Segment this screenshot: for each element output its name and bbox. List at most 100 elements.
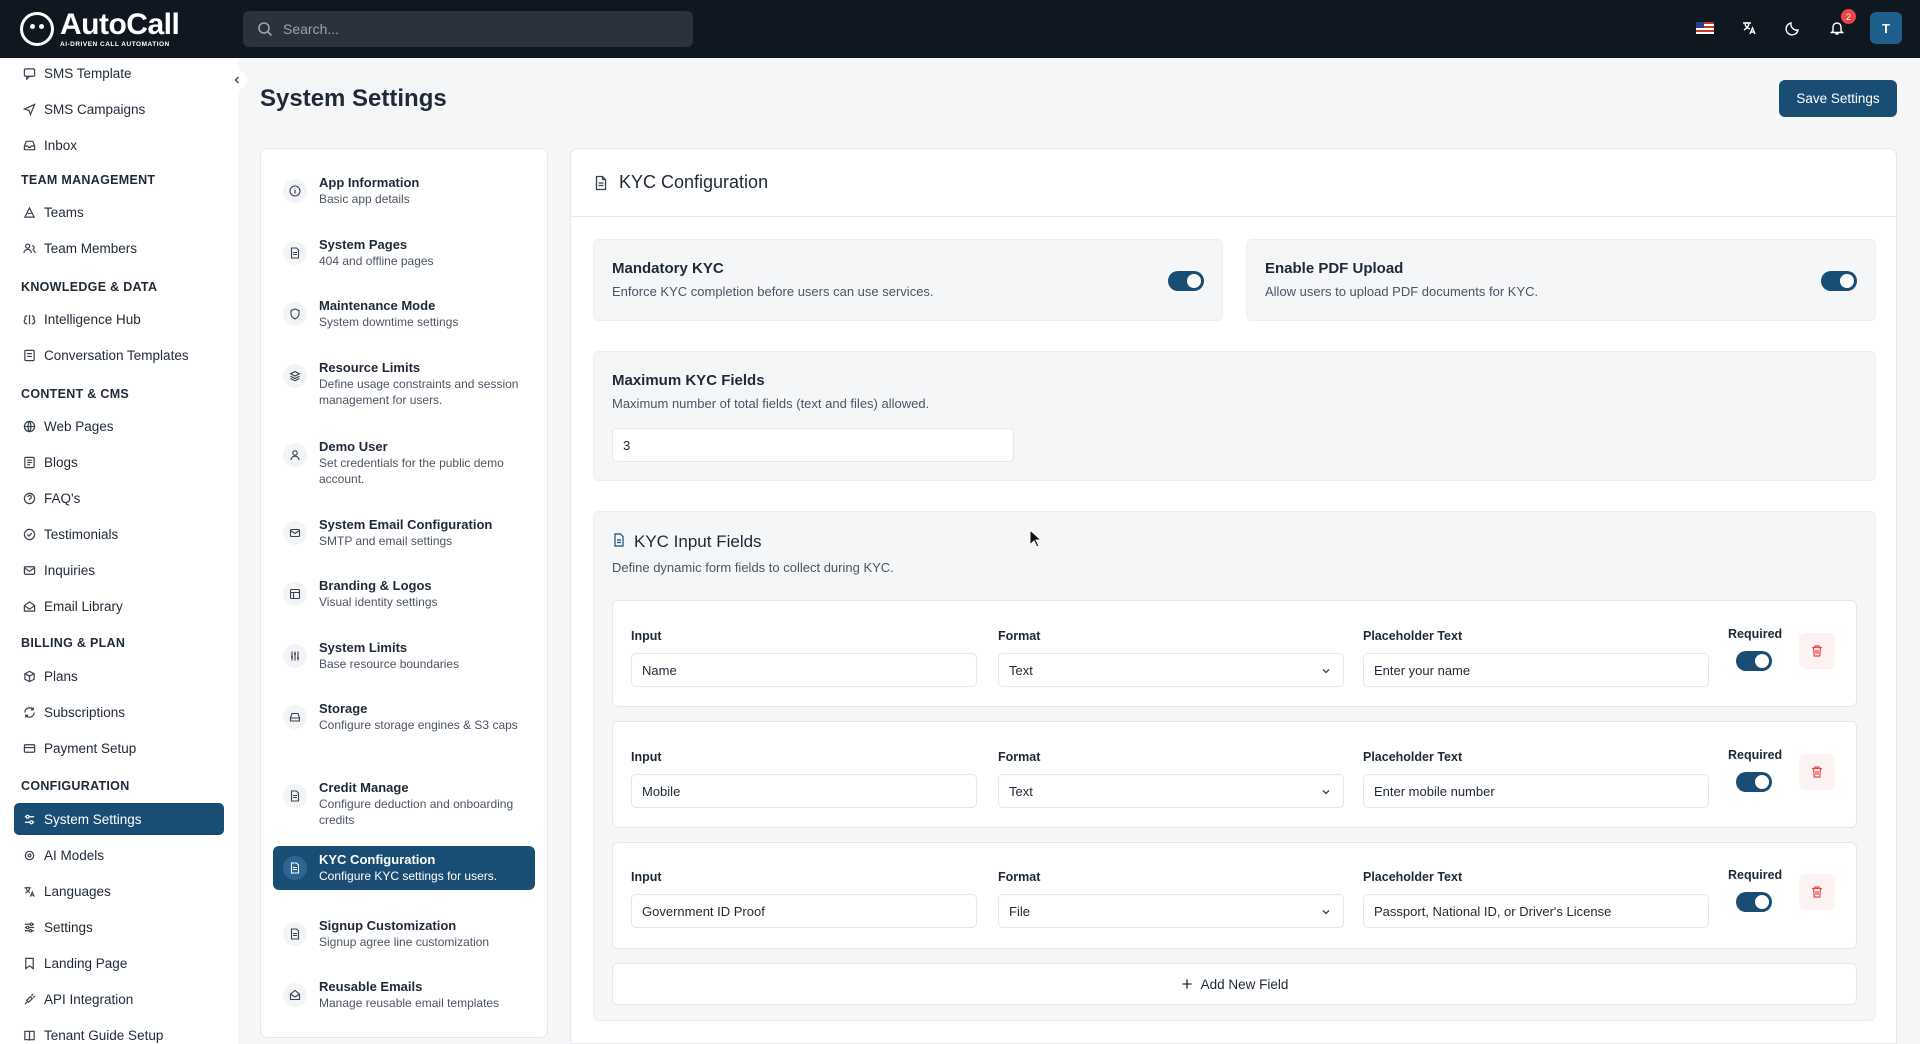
sidebar-item-label: Landing Page bbox=[44, 955, 128, 971]
input-name-field[interactable]: Mobile bbox=[631, 774, 977, 808]
placeholder-text-field[interactable]: Enter mobile number bbox=[1363, 774, 1709, 808]
logo[interactable]: AutoCall AI-DRIVEN CALL AUTOMATION bbox=[20, 8, 180, 50]
settings-menu-item-system-email-configuration[interactable]: System Email Configuration SMTP and email… bbox=[273, 511, 535, 555]
menu-item-subtitle: Configure deduction and onboarding credi… bbox=[319, 797, 514, 827]
sidebar-section-billing-plan: BILLING & PLAN bbox=[21, 636, 126, 650]
required-toggle[interactable] bbox=[1736, 651, 1772, 671]
sidebar-item-tenant-guide-setup[interactable]: Tenant Guide Setup bbox=[14, 1020, 224, 1044]
sidebar-item-payment-setup[interactable]: Payment Setup bbox=[14, 733, 224, 763]
settings-menu-item-system-pages[interactable]: System Pages 404 and offline pages bbox=[273, 231, 535, 275]
mail-icon bbox=[22, 563, 36, 577]
info-icon bbox=[283, 179, 307, 203]
sidebar-item-email-library[interactable]: Email Library bbox=[14, 591, 224, 621]
enable-pdf-upload-toggle[interactable] bbox=[1821, 271, 1857, 291]
logo-subtitle: AI-DRIVEN CALL AUTOMATION bbox=[60, 40, 170, 48]
settings-menu-item-resource-limits[interactable]: Resource Limits Define usage constraints … bbox=[273, 354, 535, 414]
sidebar-item-label: SMS Campaigns bbox=[44, 101, 146, 117]
format-select[interactable]: Text bbox=[998, 774, 1344, 808]
input-name-field[interactable]: Government ID Proof bbox=[631, 894, 977, 928]
menu-item-title: Credit Manage bbox=[319, 780, 409, 795]
sidebar-item-subscriptions[interactable]: Subscriptions bbox=[14, 697, 224, 727]
search-bar[interactable] bbox=[243, 11, 693, 47]
sidebar-item-plans[interactable]: Plans bbox=[14, 661, 224, 691]
mail-open-icon bbox=[283, 983, 307, 1007]
placeholder-text-field[interactable]: Passport, National ID, or Driver's Licen… bbox=[1363, 894, 1709, 928]
sidebar-item-inbox[interactable]: Inbox bbox=[14, 130, 224, 160]
sidebar-item-sms-campaigns[interactable]: SMS Campaigns bbox=[14, 94, 224, 124]
menu-item-title: Storage bbox=[319, 701, 368, 716]
mandatory-kyc-description: Enforce KYC completion before users can … bbox=[612, 284, 934, 299]
add-new-field-button[interactable]: Add New Field bbox=[612, 963, 1857, 1005]
sidebar-item-settings[interactable]: Settings bbox=[14, 912, 224, 942]
credit-card-icon bbox=[22, 741, 36, 755]
translate-icon[interactable] bbox=[1738, 17, 1760, 39]
delete-field-button[interactable] bbox=[1799, 874, 1835, 910]
sidebar-item-api-integration[interactable]: API Integration bbox=[14, 984, 224, 1014]
format-select[interactable]: File bbox=[998, 894, 1344, 928]
language-flag-icon[interactable] bbox=[1694, 17, 1716, 39]
hard-drive-icon bbox=[283, 705, 307, 729]
sidebar-section-content-cms: CONTENT & CMS bbox=[21, 387, 130, 401]
sidebar-item-team-members[interactable]: Team Members bbox=[14, 233, 224, 263]
sidebar-item-web-pages[interactable]: Web Pages bbox=[14, 411, 224, 441]
sidebar-item-label: SMS Template bbox=[44, 65, 132, 81]
menu-item-subtitle: Define usage constraints and session man… bbox=[319, 377, 519, 407]
settings-menu-item-credit-manage[interactable]: Credit Manage Configure deduction and onb… bbox=[273, 774, 535, 834]
dark-mode-icon[interactable] bbox=[1782, 17, 1804, 39]
settings-menu-item-system-limits[interactable]: System Limits Base resource boundaries bbox=[273, 634, 535, 678]
sliders-vertical-icon bbox=[283, 644, 307, 668]
delete-field-button[interactable] bbox=[1799, 754, 1835, 790]
required-toggle[interactable] bbox=[1736, 892, 1772, 912]
placeholder-text-field[interactable]: Enter your name bbox=[1363, 653, 1709, 687]
settings-menu-item-demo-user[interactable]: Demo User Set credentials for the public … bbox=[273, 433, 535, 493]
collapse-sidebar-button[interactable] bbox=[227, 70, 247, 90]
sidebar-item-label: Settings bbox=[44, 919, 93, 935]
placeholder-label: Placeholder Text bbox=[1363, 629, 1463, 643]
menu-item-subtitle: Basic app details bbox=[319, 192, 410, 206]
user-icon bbox=[283, 443, 307, 467]
sidebar-item-conversation-templates[interactable]: Conversation Templates bbox=[14, 340, 224, 370]
sidebar-item-ai-models[interactable]: AI Models bbox=[14, 840, 224, 870]
sidebar-item-blogs[interactable]: Blogs bbox=[14, 447, 224, 477]
settings-menu-item-maintenance-mode[interactable]: Maintenance Mode System downtime settings bbox=[273, 292, 535, 336]
search-icon bbox=[258, 22, 273, 37]
top-bar: AutoCall AI-DRIVEN CALL AUTOMATION 2 T bbox=[0, 0, 1920, 58]
max-kyc-fields-input[interactable]: 3 bbox=[612, 428, 1014, 462]
save-settings-button[interactable]: Save Settings bbox=[1779, 80, 1897, 117]
delete-field-button[interactable] bbox=[1799, 633, 1835, 669]
settings-menu-item-signup-customization[interactable]: Signup Customization Signup agree line cu… bbox=[273, 912, 535, 956]
settings-menu-item-storage[interactable]: Storage Configure storage engines & S3 ca… bbox=[273, 695, 535, 739]
sidebar-item-label: Inquiries bbox=[44, 562, 96, 578]
menu-item-title: System Email Configuration bbox=[319, 517, 493, 532]
kyc-input-fields-card: KYC Input Fields Define dynamic form fie… bbox=[593, 511, 1876, 1021]
menu-item-title: App Information bbox=[319, 175, 420, 190]
sidebar-item-testimonials[interactable]: Testimonials bbox=[14, 519, 224, 549]
settings-menu-item-kyc-configuration[interactable]: KYC Configuration Configure KYC settings … bbox=[273, 846, 535, 890]
sidebar-section-knowledge-data: KNOWLEDGE & DATA bbox=[21, 280, 158, 294]
teams-icon bbox=[22, 205, 36, 219]
format-select[interactable]: Text bbox=[998, 653, 1344, 687]
sidebar-item-landing-page[interactable]: Landing Page bbox=[14, 948, 224, 978]
avatar[interactable]: T bbox=[1870, 12, 1902, 44]
mandatory-kyc-toggle[interactable] bbox=[1168, 271, 1204, 291]
settings-menu-item-branding-logos[interactable]: Branding & Logos Visual identity settings bbox=[273, 572, 535, 616]
chevron-down-icon bbox=[1322, 790, 1330, 795]
sidebar-item-system-settings[interactable]: System Settings bbox=[14, 803, 224, 835]
required-toggle[interactable] bbox=[1736, 772, 1772, 792]
sidebar-item-faqs[interactable]: FAQ's bbox=[14, 483, 224, 513]
sidebar-item-label: Testimonials bbox=[44, 526, 119, 542]
input-name-field[interactable]: Name bbox=[631, 653, 977, 687]
sidebar-item-sms-template[interactable]: SMS Template bbox=[14, 58, 224, 88]
sidebar-item-teams[interactable]: Teams bbox=[14, 197, 224, 227]
settings-menu-item-app-information[interactable]: App Information Basic app details bbox=[273, 169, 535, 213]
notification-bell-icon[interactable]: 2 bbox=[1826, 9, 1856, 39]
search-input[interactable] bbox=[283, 21, 663, 37]
newspaper-icon bbox=[22, 455, 36, 469]
kyc-configuration-panel: KYC Configuration Mandatory KYC Enforce … bbox=[570, 148, 1897, 1044]
sidebar-item-languages[interactable]: Languages bbox=[14, 876, 224, 906]
sidebar-item-label: Blogs bbox=[44, 454, 78, 470]
format-label: Format bbox=[998, 870, 1041, 884]
sidebar-item-intelligence-hub[interactable]: Intelligence Hub bbox=[14, 304, 224, 334]
settings-menu-item-reusable-emails[interactable]: Reusable Emails Manage reusable email tem… bbox=[273, 973, 535, 1017]
sidebar-item-inquiries[interactable]: Inquiries bbox=[14, 555, 224, 585]
